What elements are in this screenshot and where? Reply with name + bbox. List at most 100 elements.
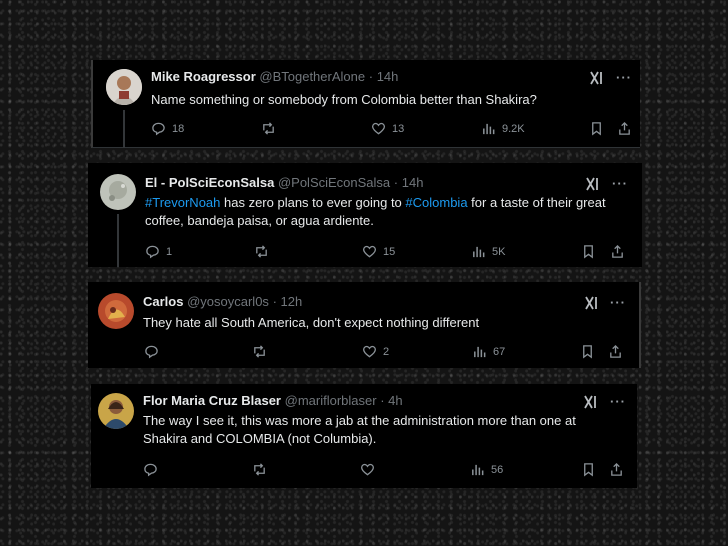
views-icon: [483, 123, 495, 135]
repost-button[interactable]: [261, 121, 282, 136]
tweet-text: The way I see it, this was more a jab at…: [143, 413, 576, 446]
views-icon: [473, 246, 485, 258]
reply-count: 1: [166, 245, 173, 258]
like-button[interactable]: 2: [362, 344, 389, 359]
like-icon: [372, 122, 385, 135]
reply-button[interactable]: 1: [145, 244, 172, 259]
tweet-text: Name something or somebody from Colombia…: [151, 92, 537, 107]
repost-icon: [256, 245, 267, 258]
avatar[interactable]: [98, 293, 134, 329]
display-name[interactable]: Mike Roagressor: [151, 69, 256, 84]
avatar[interactable]: [100, 174, 136, 210]
share-icon: [619, 121, 630, 135]
hashtag-link[interactable]: #Colombia: [405, 195, 467, 210]
reply-icon: [144, 463, 157, 477]
repost-icon: [263, 122, 274, 135]
like-icon: [363, 245, 376, 258]
like-icon: [363, 345, 376, 358]
share-icon: [610, 344, 621, 358]
view-count: 56: [491, 463, 504, 476]
more-icon[interactable]: ···: [610, 296, 626, 309]
more-icon[interactable]: ···: [616, 71, 632, 84]
share-button[interactable]: [617, 121, 632, 136]
reply-icon: [145, 345, 158, 359]
bookmark-icon: [584, 463, 593, 477]
reply-button[interactable]: [143, 462, 164, 477]
user-handle[interactable]: @PolSciEconSalsa: [278, 175, 390, 190]
timestamp[interactable]: 12h: [281, 294, 303, 309]
view-count: 9.2K: [502, 122, 525, 135]
bookmark-icon: [584, 245, 593, 259]
repost-button[interactable]: [252, 462, 273, 477]
user-handle[interactable]: @mariflorblaser: [285, 393, 377, 408]
tweet-card[interactable]: Mike Roagressor @BTogetherAlone · 14h ··…: [91, 60, 640, 148]
like-button[interactable]: 15: [362, 244, 395, 259]
tweet-header: Flor Maria Cruz Blaser @mariflorblaser ·…: [143, 393, 403, 409]
grok-icon[interactable]: [590, 71, 604, 85]
views-button[interactable]: 9.2K: [481, 121, 525, 136]
tweet-card[interactable]: Carlos @yosoycarl0s · 12h ··· They hate …: [88, 282, 641, 368]
tweet-header: Carlos @yosoycarl0s · 12h: [143, 294, 302, 310]
avatar[interactable]: [106, 69, 142, 105]
bookmark-button[interactable]: [580, 344, 595, 359]
repost-button[interactable]: [254, 244, 275, 259]
timestamp[interactable]: 4h: [388, 393, 402, 408]
tweet-text-segment: has zero plans to ever going to: [220, 195, 406, 210]
like-icon: [361, 463, 374, 476]
share-icon: [612, 244, 623, 258]
views-button[interactable]: 67: [472, 344, 505, 359]
user-handle[interactable]: @yosoycarl0s: [187, 294, 269, 309]
views-icon: [472, 464, 484, 476]
user-handle[interactable]: @BTogetherAlone: [259, 69, 365, 84]
view-count: 5K: [492, 245, 506, 258]
repost-icon: [254, 345, 265, 358]
reply-icon: [146, 245, 159, 259]
separator: ·: [272, 294, 277, 309]
tweet-card[interactable]: El - PolSciEconSalsa @PolSciEconSalsa · …: [88, 163, 642, 267]
bookmark-icon: [583, 345, 592, 359]
share-button[interactable]: [608, 344, 623, 359]
bookmark-button[interactable]: [581, 462, 596, 477]
bookmark-button[interactable]: [589, 121, 604, 136]
tweet-text: They hate all South America, don't expec…: [143, 315, 480, 330]
grok-icon[interactable]: [585, 296, 599, 310]
thread-line: [123, 110, 125, 148]
repost-button[interactable]: [252, 344, 273, 359]
timestamp[interactable]: 14h: [402, 175, 424, 190]
grok-icon[interactable]: [584, 395, 598, 409]
grok-icon[interactable]: [586, 177, 600, 191]
display-name[interactable]: El - PolSciEconSalsa: [145, 175, 274, 190]
more-icon[interactable]: ···: [612, 177, 628, 190]
reply-button[interactable]: 18: [151, 121, 184, 136]
separator: ·: [393, 175, 399, 190]
avatar[interactable]: [98, 393, 134, 429]
bookmark-button[interactable]: [581, 244, 596, 259]
like-count: 13: [392, 122, 405, 135]
more-icon[interactable]: ···: [610, 395, 626, 408]
display-name[interactable]: Flor Maria Cruz Blaser: [143, 393, 281, 408]
separator: ·: [368, 69, 374, 84]
views-button[interactable]: 56: [470, 462, 503, 477]
share-icon: [611, 462, 622, 476]
thread-line: [117, 214, 119, 267]
tweet-text: #TrevorNoah has zero plans to ever going…: [145, 194, 615, 230]
share-button[interactable]: [609, 462, 624, 477]
timestamp[interactable]: 14h: [377, 69, 399, 84]
like-count: 2: [383, 345, 390, 358]
hashtag-link[interactable]: #TrevorNoah: [145, 195, 220, 210]
display-name[interactable]: Carlos: [143, 294, 183, 309]
like-count: 15: [383, 245, 396, 258]
like-button[interactable]: [360, 462, 381, 477]
tweet-header: Mike Roagressor @BTogetherAlone · 14h: [151, 69, 398, 85]
like-button[interactable]: 13: [371, 121, 404, 136]
views-button[interactable]: 5K: [471, 244, 505, 259]
action-bar: 2 67: [144, 344, 624, 360]
share-button[interactable]: [610, 244, 625, 259]
reply-button[interactable]: [144, 344, 165, 359]
reply-icon: [152, 122, 165, 136]
tweet-card[interactable]: Flor Maria Cruz Blaser @mariflorblaser ·…: [91, 384, 637, 488]
views-icon: [474, 346, 486, 358]
reply-count: 18: [172, 122, 185, 135]
action-bar: 1 15 5K: [145, 244, 625, 260]
separator: ·: [380, 393, 385, 408]
